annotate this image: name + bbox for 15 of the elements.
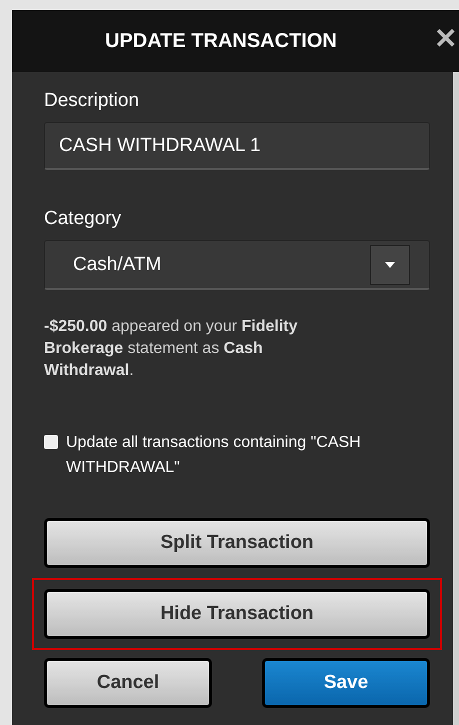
dialog-title: UPDATE TRANSACTION	[105, 30, 337, 52]
caret-icon	[385, 262, 395, 268]
description-field[interactable]: CASH WITHDRAWAL 1	[44, 122, 430, 170]
action-button[interactable]: Hide Transaction	[44, 589, 430, 639]
category-select[interactable]: Cash/ATM	[44, 240, 430, 290]
statement-note: -$250.00 appeared on your Fidelity Brokerage statement as Cash Withdrawal.	[44, 317, 299, 381]
field-label: Description	[44, 90, 140, 112]
cancel-button[interactable]: Cancel	[44, 658, 212, 708]
action-button[interactable]: Split Transaction	[44, 518, 430, 568]
checkbox[interactable]	[44, 435, 58, 449]
save-button[interactable]: Save	[262, 658, 430, 708]
dropdown-toggle[interactable]	[370, 244, 410, 284]
checkbox-label: Update all transactions containing "CASH WITHDRAWAL"	[66, 433, 362, 478]
field-label: Category	[44, 208, 122, 230]
close-button[interactable]: ✕	[434, 25, 457, 53]
